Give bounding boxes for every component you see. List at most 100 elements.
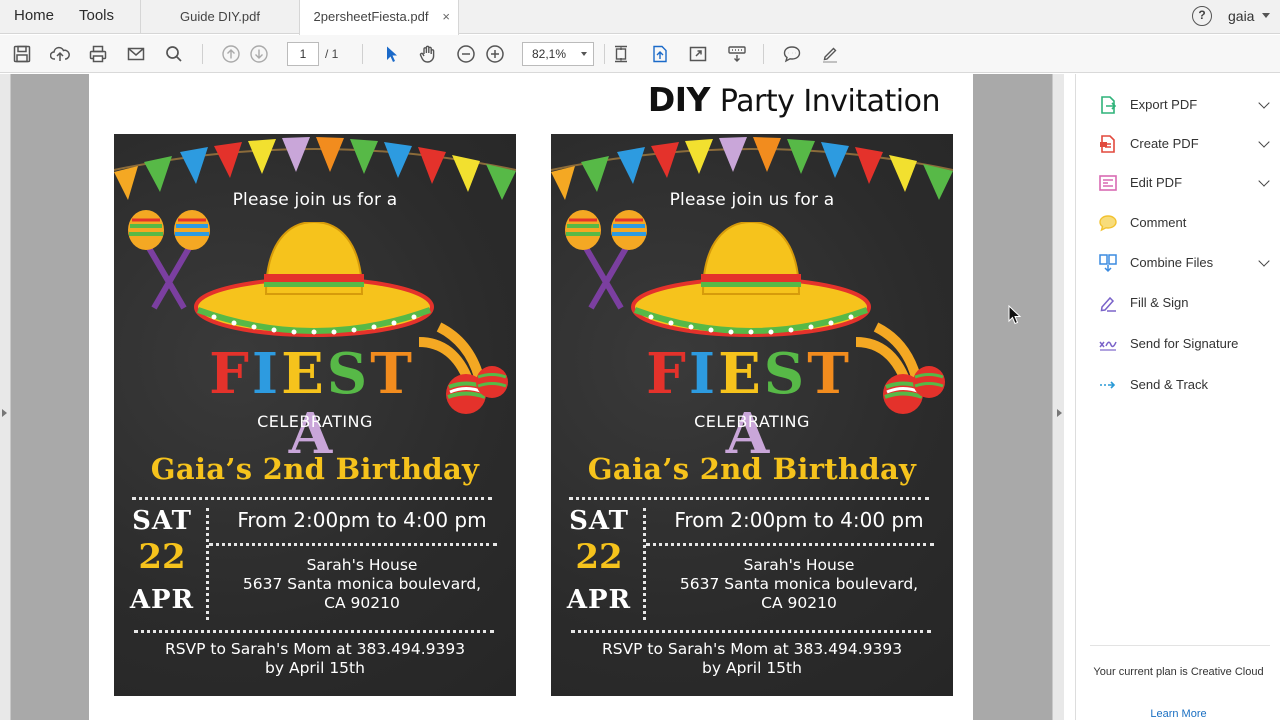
send-signature-icon xyxy=(1099,341,1117,351)
tab-2persheetfiesta[interactable]: 2persheetFiesta.pdf × xyxy=(299,0,459,35)
invitation-join-text: Please join us for a xyxy=(232,190,398,210)
fit-page-icon[interactable] xyxy=(610,43,632,65)
page-number-input[interactable]: 1 xyxy=(287,42,319,66)
tool-label: Send for Signature xyxy=(1130,336,1239,351)
dotted-divider xyxy=(646,543,934,546)
dotted-divider xyxy=(206,508,209,620)
dotted-divider xyxy=(643,508,646,620)
fiesta-letter: I xyxy=(688,341,719,407)
dotted-divider xyxy=(132,497,492,500)
chevron-down-icon[interactable] xyxy=(1258,175,1270,187)
dotted-divider xyxy=(569,497,929,500)
tool-label: Combine Files xyxy=(1130,255,1214,270)
day-number: 22 xyxy=(575,537,623,577)
home-tab[interactable]: Home xyxy=(14,0,54,34)
comment-icon xyxy=(1099,215,1117,232)
dotted-divider xyxy=(209,543,497,546)
rsvp-line: by April 15th xyxy=(702,659,802,677)
user-menu[interactable]: gaia xyxy=(1228,0,1254,34)
tab-label: 2persheetFiesta.pdf xyxy=(313,9,429,24)
page-down-icon[interactable] xyxy=(248,43,270,65)
tools-tab[interactable]: Tools xyxy=(79,0,114,34)
zoom-out-icon[interactable] xyxy=(455,43,477,65)
comment-icon[interactable] xyxy=(781,43,803,65)
fiesta-title: FIESTA xyxy=(629,341,869,464)
dotted-divider xyxy=(571,630,931,633)
learn-more-link[interactable]: Learn More xyxy=(1076,708,1280,720)
send-track-icon xyxy=(1100,381,1116,389)
heading-bold: DIY xyxy=(647,80,711,119)
event-time: From 2:00pm to 4:00 pm xyxy=(674,508,924,532)
chevron-down-icon[interactable] xyxy=(1258,136,1270,148)
chevron-right-icon xyxy=(1057,409,1062,417)
page-total: / 1 xyxy=(325,47,339,61)
tool-label: Edit PDF xyxy=(1130,175,1183,190)
keyboard-tool-icon[interactable] xyxy=(726,43,748,65)
upload-icon[interactable] xyxy=(49,43,71,65)
tool-label: Fill & Sign xyxy=(1130,295,1189,310)
day-of-week: SAT xyxy=(132,506,192,536)
panel-divider xyxy=(1090,645,1270,646)
tool-send-track[interactable]: Send & Track xyxy=(1098,373,1268,397)
zoom-in-icon[interactable] xyxy=(484,43,506,65)
chevron-down-icon[interactable] xyxy=(1258,97,1270,109)
tools-pane: Export PDF Create PDF Edit PDF Comment C… xyxy=(1075,74,1280,720)
fiesta-title: FIESTA xyxy=(192,341,432,464)
invitation-card: Please join us for a FIESTA CELEBRATING … xyxy=(114,134,516,696)
tool-label: Send & Track xyxy=(1130,377,1209,392)
tab-label: Guide DIY.pdf xyxy=(180,9,260,24)
tool-fill-sign[interactable]: Fill & Sign xyxy=(1098,291,1268,315)
rsvp-line: by April 15th xyxy=(265,659,365,677)
save-icon[interactable] xyxy=(11,43,33,65)
address-line: Sarah's House xyxy=(743,556,855,574)
sombrero-illustration xyxy=(194,222,434,337)
address-line: CA 90210 xyxy=(324,594,400,612)
email-icon[interactable] xyxy=(125,43,147,65)
page-up-icon[interactable] xyxy=(220,43,242,65)
dotted-divider xyxy=(134,630,494,633)
fiesta-letter: S xyxy=(326,341,371,407)
tab-guide-diy[interactable]: Guide DIY.pdf xyxy=(140,0,299,34)
close-tab-icon[interactable]: × xyxy=(442,0,450,34)
tool-edit-pdf[interactable]: Edit PDF xyxy=(1098,171,1270,195)
heading-rest: Party Invitation xyxy=(719,84,941,119)
rsvp-text: RSVP to Sarah's Mom at 383.494.9393 by A… xyxy=(114,640,516,678)
sign-icon[interactable] xyxy=(819,43,841,65)
full-screen-icon[interactable] xyxy=(687,43,709,65)
print-icon[interactable] xyxy=(87,43,109,65)
month: APR xyxy=(566,585,632,615)
zoom-value: 82,1% xyxy=(532,47,567,61)
tool-combine-files[interactable]: Combine Files xyxy=(1098,251,1270,275)
address-line: 5637 Santa monica boulevard, xyxy=(679,575,919,593)
document-viewport[interactable]: DIY Party Invitation Please join us for … xyxy=(0,74,1064,720)
left-pane-toggle[interactable] xyxy=(0,74,11,720)
celebrating-text: CELEBRATING xyxy=(694,412,810,431)
search-icon[interactable] xyxy=(163,43,185,65)
combine-files-icon xyxy=(1099,254,1117,273)
zoom-select[interactable]: 82,1% xyxy=(522,42,594,66)
tool-create-pdf[interactable]: Create PDF xyxy=(1098,132,1270,156)
day-of-week: SAT xyxy=(569,506,629,536)
tool-send-for-signature[interactable]: Send for Signature xyxy=(1098,332,1268,356)
tab-bar: Home Tools Guide DIY.pdf 2persheetFiesta… xyxy=(0,0,1280,35)
rsvp-line: RSVP to Sarah's Mom at 383.494.9393 xyxy=(601,640,903,658)
tool-comment[interactable]: Comment xyxy=(1098,211,1268,235)
right-pane-toggle[interactable] xyxy=(1052,74,1064,720)
birthday-title: Gaia’s 2nd Birthday xyxy=(150,452,480,486)
event-address: Sarah's House 5637 Santa monica boulevar… xyxy=(651,556,947,613)
tool-export-pdf[interactable]: Export PDF xyxy=(1098,93,1270,117)
select-cursor-icon[interactable] xyxy=(380,43,402,65)
chevron-down-icon[interactable] xyxy=(1262,13,1270,18)
toolbar: 1 / 1 82,1% xyxy=(0,35,1280,73)
page-heading: DIY Party Invitation xyxy=(647,80,941,119)
fiesta-letter: F xyxy=(646,341,689,407)
scrolling-mode-icon[interactable] xyxy=(649,43,671,65)
fiesta-letter: F xyxy=(209,341,252,407)
pdf-page: DIY Party Invitation Please join us for … xyxy=(89,74,973,720)
chevron-down-icon[interactable] xyxy=(1258,255,1270,267)
hand-tool-icon[interactable] xyxy=(417,43,439,65)
help-icon[interactable]: ? xyxy=(1192,6,1212,26)
chevron-right-icon xyxy=(2,409,7,417)
tool-label: Create PDF xyxy=(1130,136,1199,151)
fiesta-letter: E xyxy=(718,341,764,407)
